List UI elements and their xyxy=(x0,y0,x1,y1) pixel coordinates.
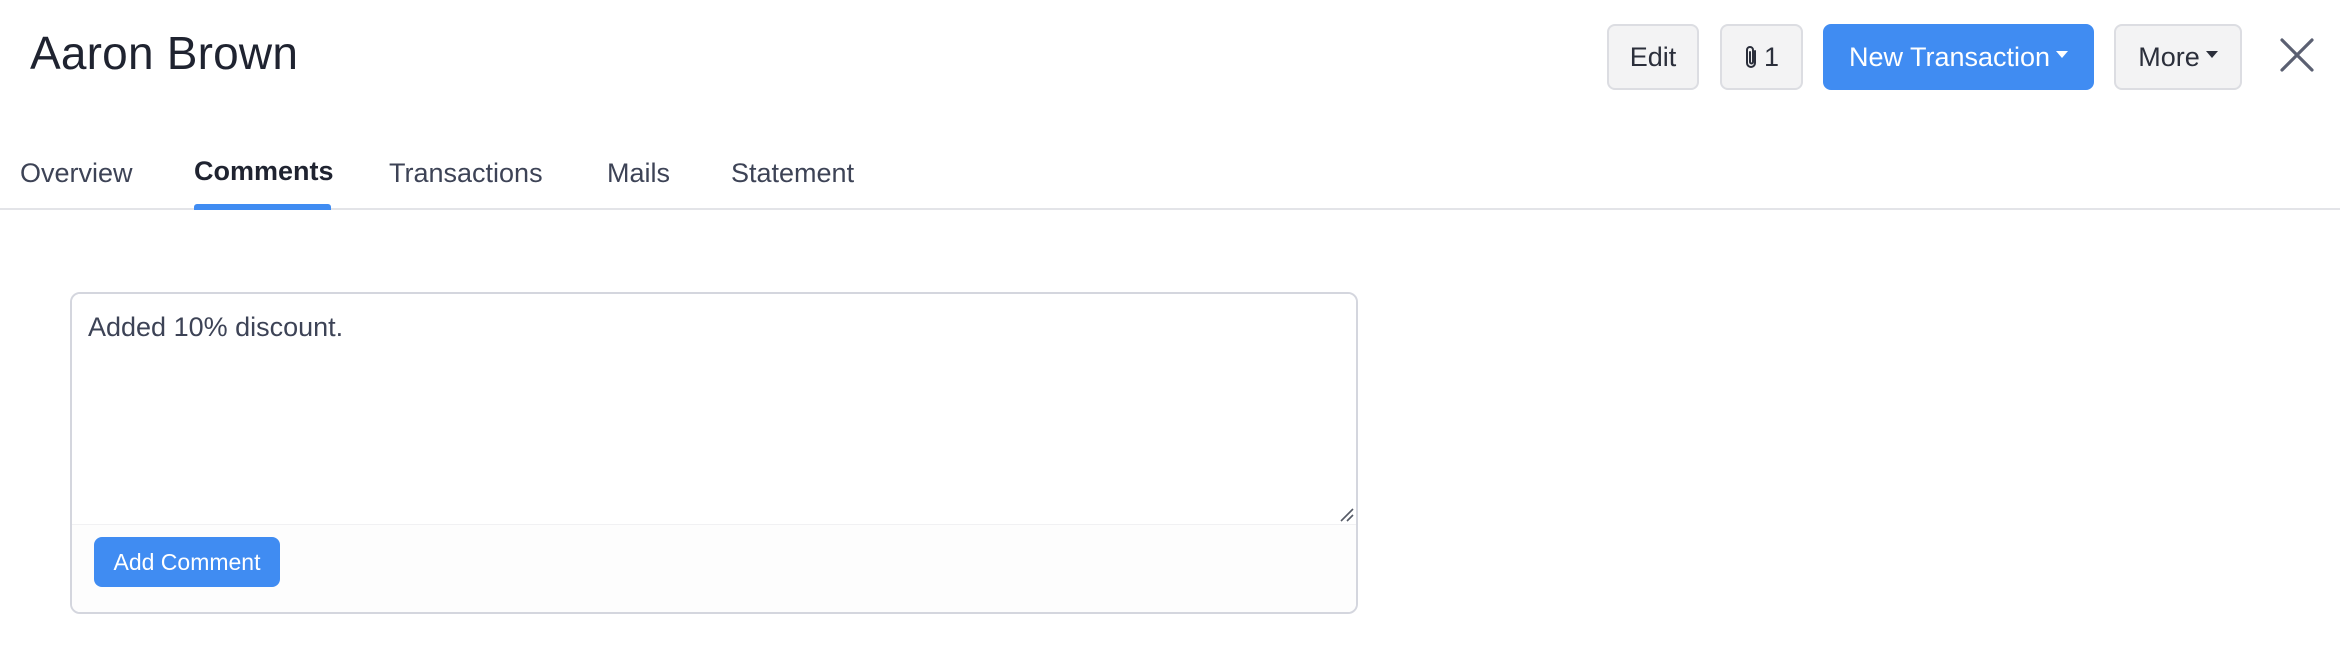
chevron-down-icon xyxy=(2056,50,2069,58)
tab-bar: Overview Comments Transactions Mails Sta… xyxy=(0,140,2340,210)
page-header: Aaron Brown Edit 1 New Transaction More xyxy=(0,0,2340,120)
tab-transactions[interactable]: Transactions xyxy=(389,158,543,210)
tab-mails[interactable]: Mails xyxy=(607,158,670,210)
paperclip-icon xyxy=(1744,44,1760,70)
attachments-button[interactable]: 1 xyxy=(1720,24,1803,90)
tab-overview[interactable]: Overview xyxy=(20,158,133,210)
add-comment-label: Add Comment xyxy=(113,548,261,575)
new-transaction-button[interactable]: New Transaction xyxy=(1823,24,2094,90)
more-button[interactable]: More xyxy=(2114,24,2242,90)
edit-button[interactable]: Edit xyxy=(1607,24,1699,90)
comment-footer: Add Comment xyxy=(72,524,1356,612)
close-icon[interactable] xyxy=(2278,36,2316,74)
resize-handle-icon[interactable] xyxy=(1338,506,1354,522)
more-label: More xyxy=(2138,41,2200,72)
add-comment-button[interactable]: Add Comment xyxy=(94,537,280,587)
tab-comments[interactable]: Comments xyxy=(194,156,334,210)
edit-button-label: Edit xyxy=(1629,41,1677,72)
chevron-down-icon xyxy=(2205,50,2218,58)
attachments-count: 1 xyxy=(1763,41,1780,72)
page-title: Aaron Brown xyxy=(30,27,299,79)
new-transaction-label: New Transaction xyxy=(1848,41,2051,72)
comment-box: Add Comment xyxy=(70,292,1358,614)
tab-statement[interactable]: Statement xyxy=(731,158,854,210)
comment-input[interactable] xyxy=(72,294,1356,524)
